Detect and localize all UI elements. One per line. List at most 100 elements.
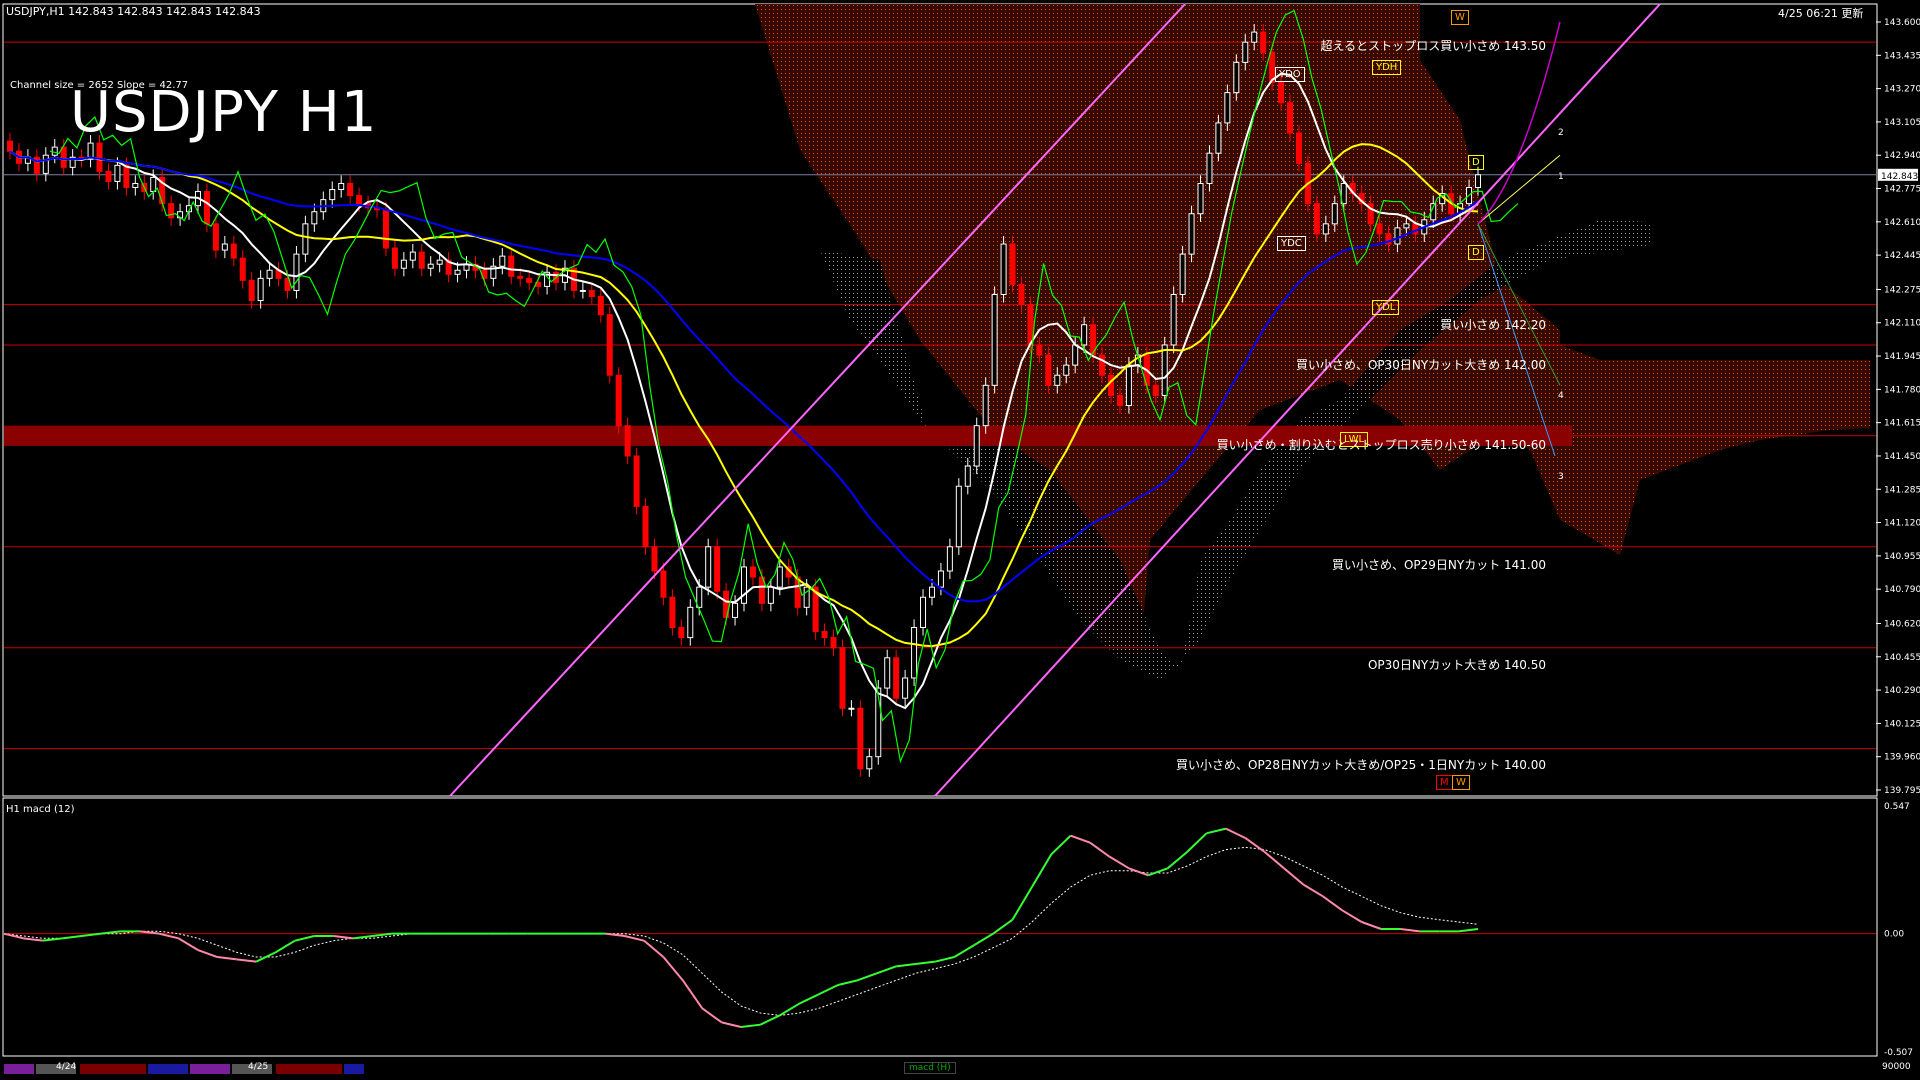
candle-body (1000, 243, 1007, 295)
macd-segment (915, 960, 936, 966)
macd-tick-label: -0.507 (1884, 1048, 1913, 1058)
price-tick-label: 142.940 (1884, 151, 1920, 161)
candle-body (884, 657, 891, 689)
candle-body (132, 182, 139, 189)
candle-body (606, 314, 613, 376)
candle-body (1278, 82, 1285, 104)
macd-segment (857, 972, 878, 982)
macd-segment (1167, 851, 1188, 870)
candle-body (499, 255, 506, 267)
candle-body (1322, 223, 1329, 235)
macd-segment (934, 956, 955, 963)
price-tick-label: 143.600 (1884, 18, 1920, 28)
macd-segment (178, 937, 199, 951)
macd-segment (275, 939, 296, 954)
macd-segment (236, 958, 257, 963)
price-tick-label: 143.105 (1884, 118, 1920, 128)
price-label-14150: 買い小さめ・割り込むとストップロス売り小さめ 141.50-60 (1216, 438, 1546, 452)
candle-body (266, 269, 273, 279)
candle-body (1242, 41, 1249, 63)
candle-body (1125, 364, 1132, 406)
candle-body (1009, 243, 1016, 285)
candle-body (776, 566, 783, 588)
macd-segment (1225, 827, 1246, 839)
macd-segment (1206, 827, 1227, 835)
candle-body (7, 140, 13, 152)
macd-segment (1264, 851, 1285, 870)
macd-segment (681, 979, 704, 1009)
macd-segment (1361, 921, 1382, 930)
macd-segment (1400, 928, 1420, 933)
candle-body (830, 637, 837, 649)
candle-body (302, 223, 309, 255)
projection-label-3: 3 (1558, 472, 1564, 482)
candle-body (1081, 324, 1088, 346)
candle-body (651, 546, 658, 572)
candle-body (678, 627, 685, 639)
candle-body (230, 243, 237, 259)
candle-body (203, 191, 210, 225)
macd-tab[interactable]: macd (H) (904, 1062, 956, 1074)
price-tick-label: 140.955 (1884, 552, 1920, 562)
price-tick-label: 143.435 (1884, 51, 1920, 61)
macd-segment (953, 944, 975, 958)
chart-window: 143.600 143.435 143.270 143.105 142.940 142.7… (0, 0, 1920, 1080)
candle-body (991, 293, 998, 386)
macd-segment (333, 935, 354, 940)
candle-body (911, 627, 918, 679)
macd-segment (1128, 867, 1149, 877)
price-label-14050: OP30日NYカット大きめ 140.50 (1367, 658, 1546, 672)
macd-segment (1322, 895, 1343, 912)
candle-body (1475, 174, 1481, 189)
candle-body (1188, 213, 1195, 255)
price-tick-label: 140.790 (1884, 585, 1920, 595)
candle-body (937, 570, 944, 588)
current-price-label: 142.843 (1881, 172, 1918, 182)
candle-body (839, 647, 846, 709)
macd-tick-label: 0.547 (1884, 802, 1910, 812)
candle-body (821, 631, 828, 639)
macd-segment (158, 932, 179, 940)
macd-panel: 0.547 0.00 -0.507 (3, 802, 1913, 1058)
candle-body (1063, 364, 1070, 376)
macd-segment (1186, 832, 1208, 853)
ydh-tag: YDH (1372, 60, 1402, 75)
candle-body (1018, 283, 1025, 306)
candle-body (1287, 102, 1294, 134)
candle-body (400, 259, 407, 269)
candle-body (114, 164, 121, 182)
price-tick-label: 141.945 (1884, 352, 1920, 362)
candle-body (982, 384, 989, 427)
projection-label-4: 4 (1558, 391, 1564, 401)
macd-segment (896, 963, 916, 968)
price-tick-label: 142.610 (1884, 218, 1920, 228)
candle-body (642, 505, 649, 548)
price-axis: 143.600 143.435 143.270 143.105 142.940 142.7… (1876, 18, 1920, 796)
candle-body (893, 657, 900, 699)
candle-body (347, 182, 354, 197)
w-low-tag: W (1452, 775, 1470, 790)
candle-body (391, 247, 398, 269)
candle-body (1152, 384, 1159, 396)
candle-body (257, 277, 264, 302)
candle-body (311, 211, 318, 225)
price-tick-label: 141.285 (1884, 485, 1920, 495)
price-tick-label: 141.450 (1884, 452, 1920, 462)
d-high-tag: D (1468, 155, 1484, 170)
price-label-14220: 買い小さめ 142.20 (1440, 318, 1546, 332)
candle-body (517, 275, 524, 279)
macd-segment (1050, 834, 1072, 856)
candle-body (1054, 374, 1061, 386)
candle-body (338, 182, 345, 191)
candle-body (1197, 182, 1204, 215)
date-label-425: 4/25 (248, 1062, 269, 1072)
candle-body (946, 546, 953, 572)
macd-segment (23, 937, 43, 942)
price-tick-label: 141.780 (1884, 385, 1920, 395)
candle-body (928, 586, 935, 598)
ydo-tag: YDO (1275, 67, 1305, 82)
candle-body (51, 146, 58, 156)
price-chart: 143.600 143.435 143.270 143.105 142.940 142.7… (2, 3, 1920, 1058)
projection-label-1: 1 (1558, 172, 1564, 182)
macd-segment (1302, 883, 1324, 898)
